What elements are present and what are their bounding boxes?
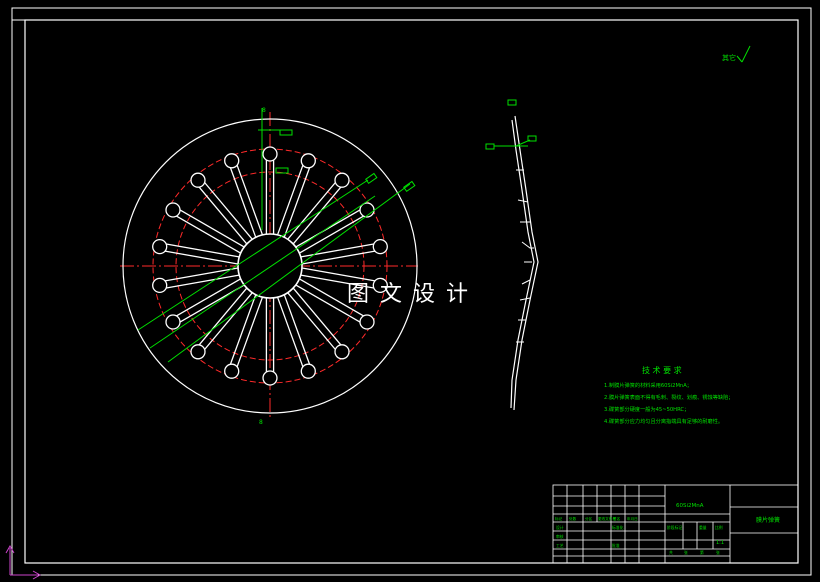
stage-cell-2: 重量 <box>699 525 707 530</box>
header-cell-5: 签名 <box>613 516 621 521</box>
title-block-part-name: 膜片弹簧 <box>756 516 780 524</box>
tech-title: 技 术 要 求 <box>642 365 682 375</box>
finger-end-hole <box>300 153 316 169</box>
finger-end-hole <box>190 344 206 360</box>
finger-slot <box>229 164 264 238</box>
finger-slot <box>295 209 364 254</box>
finger-end-hole <box>224 363 240 379</box>
role-cell-4: 标准化 <box>612 525 624 530</box>
header-cell-6: 年月日 <box>627 516 638 521</box>
header-cell-2: 处数 <box>569 516 577 521</box>
finger-end-hole <box>165 314 181 330</box>
title-block-material: 60Si2MnA <box>676 503 704 509</box>
finger-slot <box>176 209 245 254</box>
finger-end-hole <box>152 277 168 294</box>
sheet-cell-2: 张 <box>684 550 688 555</box>
tech-note-1: 1.制膜片弹簧的材料采用60Si2MnA； <box>604 381 692 389</box>
finger-slot <box>276 294 311 368</box>
finger-slot <box>198 182 253 245</box>
part-label-top: 8 <box>262 107 266 114</box>
stage-cell-1: 阶段标记 <box>667 525 682 530</box>
header-cell-1: 标记 <box>555 516 563 521</box>
front-view: 8 8 <box>120 107 418 426</box>
dimension-tag-1 <box>279 129 293 136</box>
role-cell-5: 批准 <box>612 543 620 548</box>
side-tag-1 <box>507 99 517 106</box>
sheet-cell-1: 共 <box>669 550 673 555</box>
side-tag-2 <box>485 143 495 150</box>
roughness-symbol-right <box>741 45 751 63</box>
finger-end-hole <box>262 370 278 386</box>
part-label-bottom: 8 <box>259 419 263 426</box>
sheet-cell-3: 第 <box>700 550 704 555</box>
finger-end-hole <box>262 146 278 162</box>
finger-end-hole <box>152 238 168 255</box>
finger-slot <box>176 278 245 323</box>
finger-end-hole <box>334 172 350 188</box>
finger-slot <box>276 164 311 238</box>
side-finger-detail <box>516 169 534 343</box>
technical-requirements: 技 术 要 求 1.制膜片弹簧的材料采用60Si2MnA； 2.膜片弹簧表面不得… <box>604 365 733 425</box>
header-cell-3: 分区 <box>585 516 593 521</box>
finger-end-hole <box>190 172 206 188</box>
watermark-text: 图 文 设 计 <box>347 282 470 307</box>
tech-note-3: 3.碟簧部分硬度一般为45~50HRC； <box>604 405 689 413</box>
stage-cell-3: 比例 <box>715 525 723 530</box>
dimension-line-3 <box>167 183 411 363</box>
finger-slot <box>287 182 342 245</box>
side-view-section <box>485 99 539 411</box>
role-cell-1: 设计 <box>556 525 564 530</box>
title-block <box>552 484 799 564</box>
finger-end-hole <box>300 363 316 379</box>
finger-slot <box>300 243 376 265</box>
tech-note-4: 4.碟簧部分应力均匀且分离指端具有足够的耐磨性。 <box>604 417 723 425</box>
finger-end-hole <box>334 344 350 360</box>
title-block-scale: 1:1 <box>716 540 724 546</box>
finger-end-hole <box>359 314 375 330</box>
cad-drawing-canvas: 其它 8 8 图 文 设 计 技 术 要 求 1.制膜片弹簧的材料采用60Si2… <box>5 7 812 580</box>
title-block-text: 60Si2MnA 膜片弹簧 1:1 标记 处数 分区 更改文件号 签名 年月日 … <box>555 503 780 555</box>
tech-note-2: 2.膜片弹簧表面不得有毛刺、裂纹、划痕、锈蚀等缺陷； <box>604 393 733 401</box>
finger-end-hole <box>165 202 181 218</box>
dimension-tag-4 <box>403 180 416 193</box>
corner-note: 其它 <box>722 53 736 62</box>
role-cell-3: 工艺 <box>556 543 564 548</box>
finger-slot <box>229 294 264 368</box>
finger-end-hole <box>224 153 240 169</box>
roughness-symbol-left <box>736 55 743 63</box>
dimension-tag-3 <box>365 172 378 185</box>
role-cell-2: 审核 <box>556 534 564 539</box>
finger-slot <box>287 287 342 350</box>
finger-end-hole <box>372 238 388 255</box>
sheet-cell-4: 张 <box>716 550 720 555</box>
title-block-frame <box>552 484 799 564</box>
